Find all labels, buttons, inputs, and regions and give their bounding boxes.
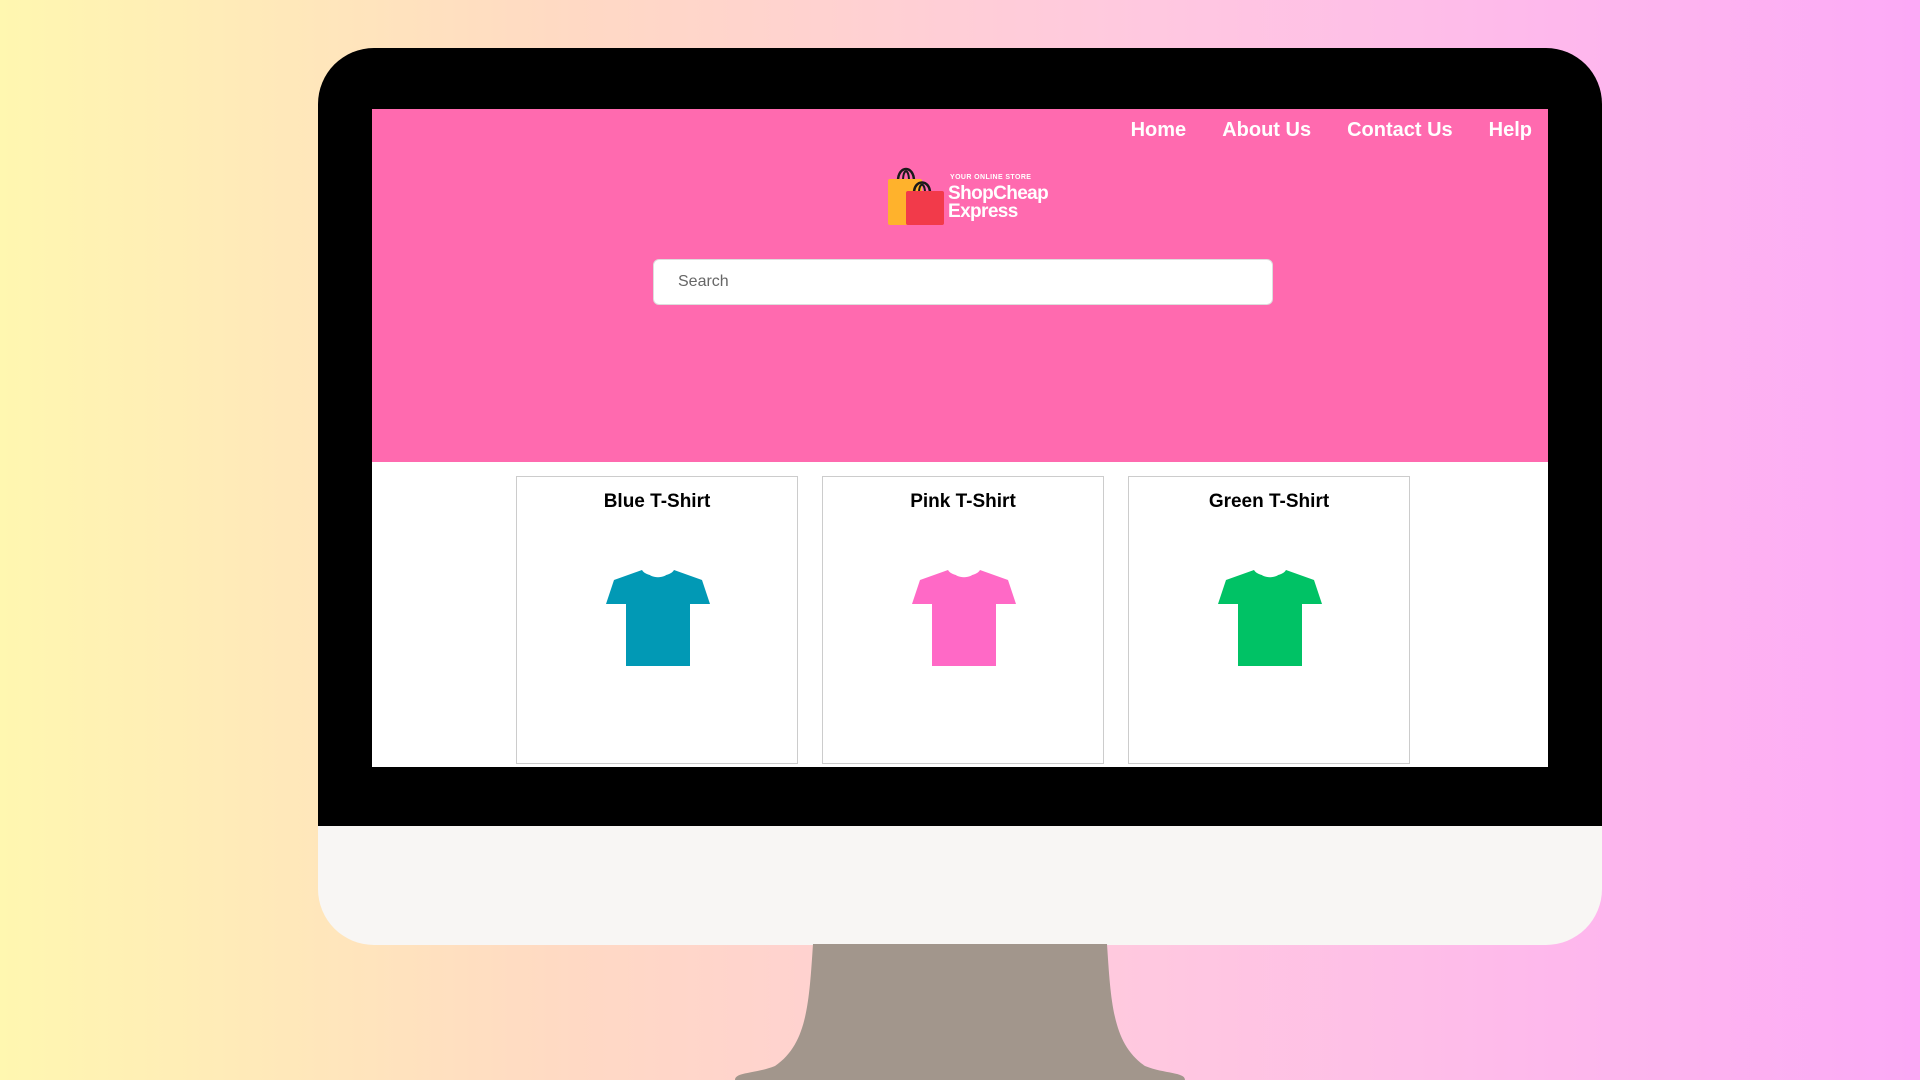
product-title: Pink T-Shirt (910, 491, 1016, 512)
t-shirt-icon (606, 570, 710, 666)
product-grid: Blue T-Shirt Pink T-Shirt Green T-Shirt (372, 462, 1548, 767)
nav-home-link[interactable]: Home (1131, 119, 1187, 142)
monitor: Home About Us Contact Us Help YOUR ONLIN… (318, 48, 1602, 945)
product-card[interactable]: Green T-Shirt (1128, 476, 1410, 764)
nav-help-link[interactable]: Help (1489, 119, 1532, 142)
product-title: Blue T-Shirt (603, 491, 711, 512)
monitor-bezel: Home About Us Contact Us Help YOUR ONLIN… (318, 48, 1602, 826)
nav-about-us-link[interactable]: About Us (1222, 119, 1311, 142)
search-input[interactable] (653, 259, 1273, 305)
logo-brand-line2: Express (948, 201, 1018, 222)
store-logo[interactable]: YOUR ONLINE STORE ShopCheap Express (884, 161, 1064, 231)
logo-tagline: YOUR ONLINE STORE (950, 174, 1032, 181)
top-nav: Home About Us Contact Us Help (1131, 119, 1532, 142)
product-card[interactable]: Blue T-Shirt (516, 476, 798, 764)
shopping-bags-icon (888, 167, 944, 225)
product-title: Green T-Shirt (1208, 491, 1330, 512)
product-card[interactable]: Pink T-Shirt (822, 476, 1104, 764)
hero-banner: Home About Us Contact Us Help YOUR ONLIN… (372, 109, 1548, 462)
monitor-chin (318, 826, 1602, 945)
nav-contact-us-link[interactable]: Contact Us (1347, 119, 1453, 142)
t-shirt-icon (1218, 570, 1322, 666)
monitor-stand (735, 944, 1185, 1080)
t-shirt-icon (912, 570, 1016, 666)
screen: Home About Us Contact Us Help YOUR ONLIN… (372, 109, 1548, 767)
